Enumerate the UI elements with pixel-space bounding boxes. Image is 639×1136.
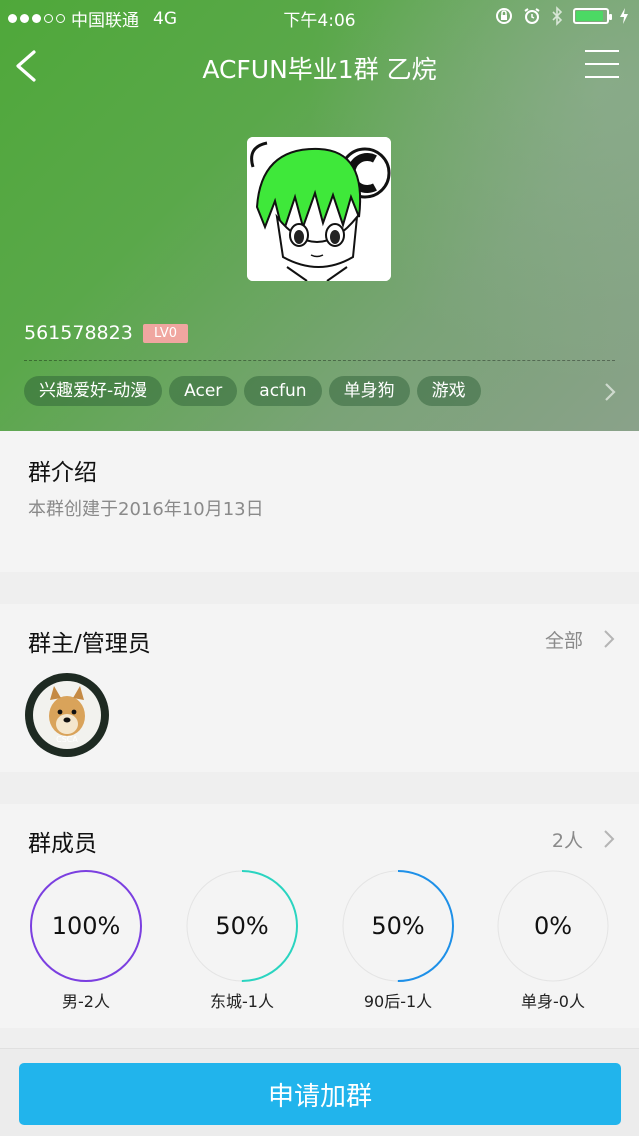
stat-region[interactable]: 50% 东城-1人 xyxy=(186,870,298,1012)
group-header: 中国联通 4G 下午4:06 ACFUN毕业1群 乙烷 561578823 LV… xyxy=(0,0,639,431)
chevron-right-icon[interactable] xyxy=(603,829,615,849)
stat-ring: 50% xyxy=(186,870,298,982)
members-card[interactable]: 群成员 2人 100% 男-2人 50% 东城-1人 50% 90后-1人 0%… xyxy=(0,804,639,1028)
stat-ring: 100% xyxy=(30,870,142,982)
members-count[interactable]: 2人 xyxy=(552,826,583,853)
menu-icon[interactable] xyxy=(585,50,619,78)
bottom-bar: 申请加群 xyxy=(0,1048,639,1136)
status-bar: 中国联通 4G 下午4:06 xyxy=(0,0,639,34)
rotation-lock-icon xyxy=(496,8,512,24)
tag-chip[interactable]: Acer xyxy=(169,376,238,406)
stat-label: 男-2人 xyxy=(62,992,110,1011)
stat-percent: 100% xyxy=(51,912,121,940)
page-title: ACFUN毕业1群 乙烷 xyxy=(202,55,437,84)
stat-age[interactable]: 50% 90后-1人 xyxy=(342,870,454,1012)
intro-text: 本群创建于2016年10月13日 xyxy=(28,499,264,520)
tag-chip[interactable]: 兴趣爱好-动漫 xyxy=(24,376,163,406)
tag-chip[interactable]: 游戏 xyxy=(416,376,481,406)
doge-avatar-image: CSCA xyxy=(25,673,109,757)
bluetooth-icon xyxy=(552,6,563,26)
stat-label: 90后-1人 xyxy=(363,992,433,1011)
group-avatar[interactable] xyxy=(247,137,391,281)
stat-label: 单身-0人 xyxy=(521,992,585,1011)
alarm-icon xyxy=(524,8,540,24)
admin-avatar[interactable]: CSCA xyxy=(24,672,110,758)
chevron-right-icon[interactable] xyxy=(603,629,615,649)
admin-badge-text: CSCA xyxy=(56,735,78,744)
stat-percent: 50% xyxy=(371,912,425,940)
admins-title: 群主/管理员 xyxy=(28,631,151,657)
stat-ring: 0% xyxy=(497,870,609,982)
stat-single[interactable]: 0% 单身-0人 xyxy=(497,870,609,1012)
anime-girl-avatar-image xyxy=(247,137,391,281)
stat-percent: 50% xyxy=(215,912,269,940)
group-number: 561578823 xyxy=(24,322,133,344)
divider xyxy=(24,360,615,361)
admins-all-link[interactable]: 全部 xyxy=(545,626,583,653)
intro-card: 群介绍 本群创建于2016年10月13日 xyxy=(0,431,639,572)
intro-title: 群介绍 xyxy=(28,460,97,486)
status-right xyxy=(495,6,629,26)
tag-list: 兴趣爱好-动漫 Acer acfun 单身狗 游戏 xyxy=(24,376,481,406)
level-badge: LV0 xyxy=(143,324,188,343)
stat-percent: 0% xyxy=(533,912,573,940)
charging-icon xyxy=(620,8,628,24)
stat-label: 东城-1人 xyxy=(210,992,274,1011)
stat-ring: 50% xyxy=(342,870,454,982)
admins-card[interactable]: 群主/管理员 全部 CSCA xyxy=(0,604,639,772)
chevron-right-icon[interactable] xyxy=(603,381,617,403)
battery-icon xyxy=(573,8,612,24)
members-title: 群成员 xyxy=(28,831,97,857)
member-stats: 100% 男-2人 50% 东城-1人 50% 90后-1人 0% 单身-0人 xyxy=(0,870,639,1012)
stat-gender[interactable]: 100% 男-2人 xyxy=(30,870,142,1012)
tag-chip[interactable]: 单身狗 xyxy=(328,376,410,406)
tag-chip[interactable]: acfun xyxy=(244,376,322,406)
join-group-button[interactable]: 申请加群 xyxy=(19,1063,621,1125)
